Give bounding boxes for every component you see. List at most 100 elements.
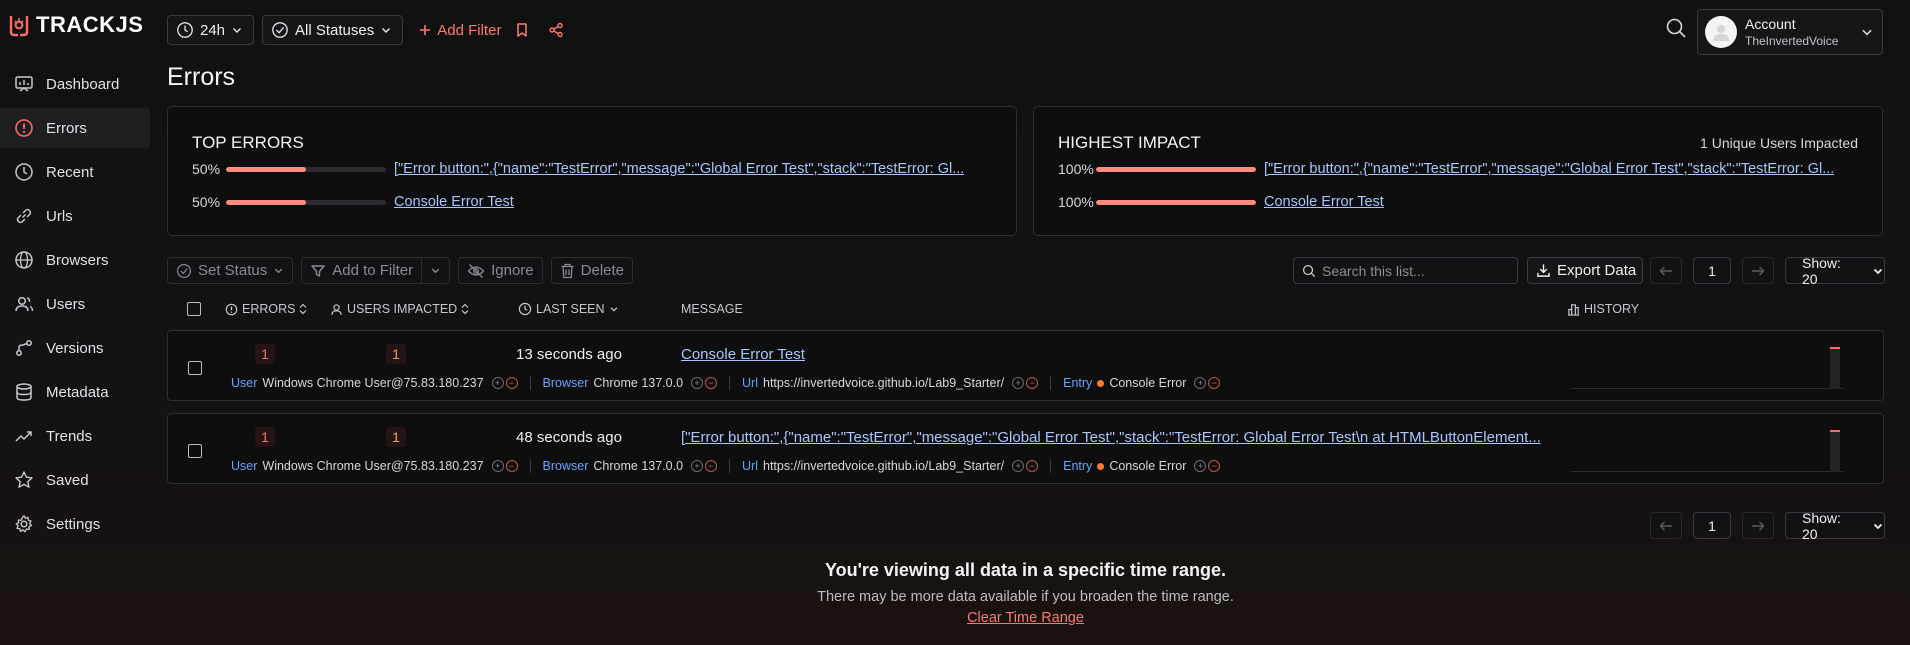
search-icon: [1666, 18, 1686, 38]
next-page-button[interactable]: [1742, 512, 1774, 539]
meta-divider: [1050, 376, 1052, 390]
chevron-down-icon: [1862, 29, 1872, 36]
current-page[interactable]: 1: [1693, 257, 1731, 284]
sort-icon: [461, 303, 469, 315]
select-all-checkbox[interactable]: [187, 302, 201, 316]
chevron-down-icon: [431, 268, 440, 274]
time-range-select[interactable]: 24h: [167, 15, 255, 45]
check-circle-icon: [177, 263, 191, 278]
exclude-filter-icon[interactable]: −: [1026, 460, 1039, 472]
delete-button[interactable]: Delete: [550, 257, 633, 284]
next-page-button[interactable]: [1742, 257, 1774, 284]
ignore-button[interactable]: Ignore: [458, 257, 543, 284]
share-button[interactable]: [543, 17, 569, 43]
table-row[interactable]: 1 1 48 seconds ago ["Error button:",{"na…: [167, 413, 1884, 484]
sidebar-item-saved[interactable]: Saved: [0, 460, 150, 500]
exclude-filter-icon[interactable]: −: [505, 460, 518, 472]
error-message-link[interactable]: Console Error Test: [681, 346, 805, 363]
check-circle-icon: [272, 22, 288, 38]
trackjs-logo[interactable]: TRACKJS: [6, 12, 143, 38]
include-filter-icon[interactable]: +: [491, 377, 504, 389]
highest-impact-link[interactable]: ["Error button:",{"name":"TestError","me…: [1264, 161, 1834, 177]
prev-page-button[interactable]: [1650, 257, 1682, 284]
column-users-impacted[interactable]: USERS IMPACTED: [330, 302, 469, 316]
add-filter-label: Add Filter: [437, 21, 502, 39]
current-page[interactable]: 1: [1693, 512, 1731, 539]
row-checkbox[interactable]: [188, 361, 202, 375]
column-errors[interactable]: ERRORS: [225, 302, 307, 316]
add-to-filter-button[interactable]: Add to Filter: [301, 257, 423, 284]
highest-impact-row: 100% ["Error button:",{"name":"TestError…: [1058, 159, 1834, 179]
export-data-button[interactable]: Export Data: [1527, 257, 1643, 284]
sidebar-item-urls[interactable]: Urls: [0, 196, 150, 236]
list-search-input[interactable]: [1322, 262, 1512, 279]
top-error-link[interactable]: ["Error button:",{"name":"TestError","me…: [394, 161, 964, 177]
arrow-left-icon: [1659, 520, 1672, 531]
entry-dot-icon: [1097, 379, 1105, 387]
exclude-filter-icon[interactable]: −: [705, 460, 718, 472]
include-filter-icon[interactable]: +: [1194, 377, 1207, 389]
exclude-filter-icon[interactable]: −: [1208, 460, 1221, 472]
include-filter-icon[interactable]: +: [1012, 377, 1025, 389]
global-search-button[interactable]: [1665, 17, 1687, 39]
meta-key-user: User: [231, 459, 258, 473]
account-menu[interactable]: Account TheInvertedVoice: [1697, 9, 1883, 55]
export-data-label: Export Data: [1557, 262, 1637, 279]
page-size-select[interactable]: Show: 20: [1785, 254, 1885, 287]
bookmark-button[interactable]: [509, 17, 535, 43]
stat-bar: [1096, 166, 1256, 172]
sidebar-item-dashboard[interactable]: Dashboard: [0, 64, 150, 104]
include-filter-icon[interactable]: +: [691, 460, 704, 472]
top-errors-row: 50% ["Error button:",{"name":"TestError"…: [192, 159, 964, 179]
prev-page-button[interactable]: [1650, 512, 1682, 539]
stat-percent: 50%: [192, 194, 221, 210]
exclude-filter-icon[interactable]: −: [705, 377, 718, 389]
error-message-link[interactable]: ["Error button:",{"name":"TestError","me…: [681, 429, 1541, 446]
highest-impact-link[interactable]: Console Error Test: [1264, 194, 1384, 210]
page-size-value: Show: 20: [1802, 254, 1841, 287]
sidebar-item-recent[interactable]: Recent: [0, 152, 150, 192]
top-errors-title: TOP ERRORS: [192, 133, 304, 152]
time-range-notice: You're viewing all data in a specific ti…: [167, 560, 1884, 626]
meta-divider: [729, 459, 731, 473]
sidebar-item-trends[interactable]: Trends: [0, 416, 150, 456]
meta-divider: [729, 376, 731, 390]
time-range-text: There may be more data available if you …: [817, 589, 1234, 605]
column-history-label: HISTORY: [1584, 302, 1640, 316]
last-seen-time: 13 seconds ago: [516, 346, 622, 363]
column-history: HISTORY: [1567, 302, 1639, 316]
sidebar-item-metadata[interactable]: Metadata: [0, 372, 150, 412]
include-filter-icon[interactable]: +: [491, 460, 504, 472]
include-filter-icon[interactable]: +: [691, 377, 704, 389]
exclude-filter-icon[interactable]: −: [1026, 377, 1039, 389]
add-to-filter-dropdown[interactable]: [422, 257, 451, 284]
top-error-link[interactable]: Console Error Test: [394, 194, 514, 210]
status-filter-select[interactable]: All Statuses: [262, 15, 404, 45]
stat-bar: [226, 199, 386, 205]
meta-browser-value: Chrome 137.0.0: [593, 376, 684, 390]
table-row[interactable]: 1 1 13 seconds ago Console Error Test Us…: [167, 330, 1884, 401]
stat-bar: [226, 166, 386, 172]
clear-time-range-link[interactable]: Clear Time Range: [967, 610, 1084, 626]
set-status-button[interactable]: Set Status: [167, 257, 294, 284]
row-checkbox[interactable]: [188, 444, 202, 458]
pagination-top: 1 Show: 20: [1650, 254, 1885, 287]
exclude-filter-icon[interactable]: −: [505, 377, 518, 389]
column-last-seen[interactable]: LAST SEEN: [518, 302, 619, 316]
sidebar-item-versions[interactable]: Versions: [0, 328, 150, 368]
sidebar-item-users[interactable]: Users: [0, 284, 150, 324]
include-filter-icon[interactable]: +: [1194, 460, 1207, 472]
sidebar-item-label: Versions: [46, 339, 104, 357]
download-icon: [1537, 264, 1550, 277]
exclude-filter-icon[interactable]: −: [1208, 377, 1221, 389]
users-count-badge: 1: [386, 427, 406, 447]
time-range-heading: You're viewing all data in a specific ti…: [824, 560, 1227, 580]
sidebar-item-settings[interactable]: Settings: [0, 504, 150, 544]
add-filter-button[interactable]: Add Filter: [419, 22, 501, 39]
page-size-select[interactable]: Show: 20: [1785, 510, 1885, 542]
sidebar-item-errors[interactable]: Errors: [0, 108, 150, 148]
sidebar-item-browsers[interactable]: Browsers: [0, 240, 150, 280]
include-filter-icon[interactable]: +: [1012, 460, 1025, 472]
sort-icon: [300, 303, 307, 315]
arrow-right-icon: [1752, 265, 1765, 276]
